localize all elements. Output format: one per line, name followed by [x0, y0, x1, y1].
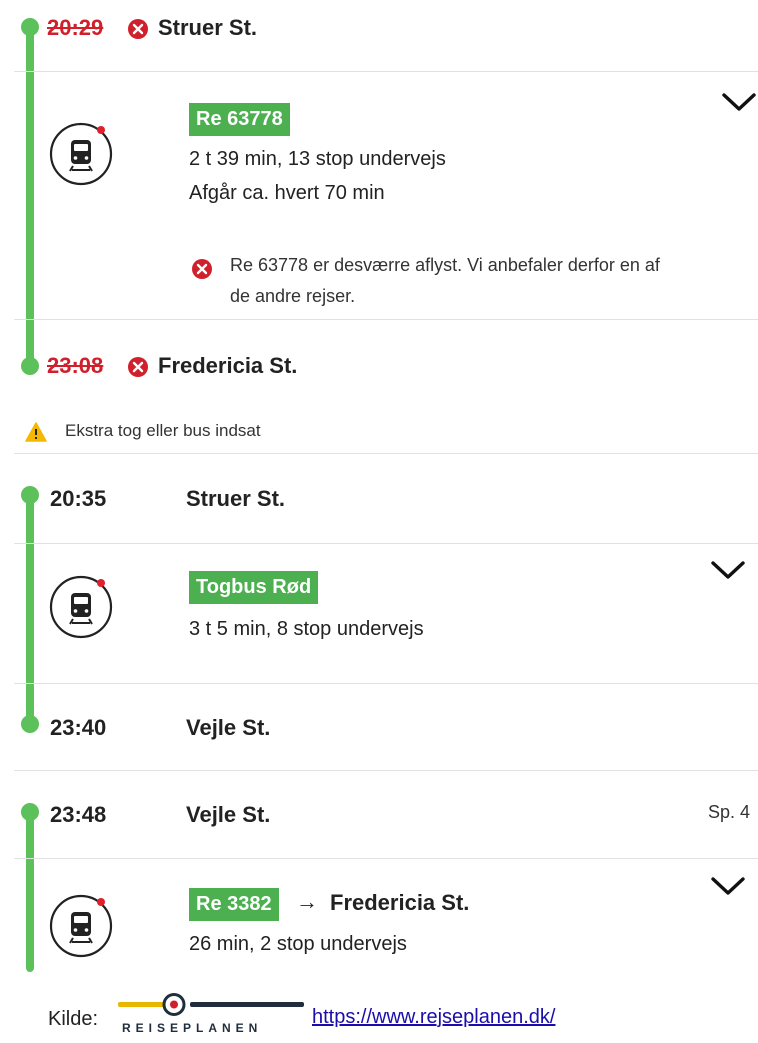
arrival-stop[interactable]: Fredericia St.: [158, 353, 297, 379]
leg-frequency: Afgår ca. hvert 70 min: [189, 182, 385, 204]
chevron-down-icon[interactable]: [710, 875, 746, 897]
source-label: Kilde:: [48, 1008, 99, 1030]
direction-arrow: →: [296, 889, 318, 914]
platform-label: Sp. 4: [708, 802, 751, 822]
cancelled-icon: [128, 19, 148, 39]
cancelled-icon: [128, 357, 148, 377]
logo-text: REISEPLANEN: [122, 1021, 263, 1035]
arrival-time: 23:40: [50, 715, 107, 740]
train-badge[interactable]: Re 63778: [189, 103, 290, 136]
rejseplanen-logo: REISEPLANEN: [116, 990, 306, 1038]
route-dot-departure: [21, 803, 39, 821]
route-dot-arrival: [21, 715, 39, 733]
route-line: [26, 490, 34, 728]
train-icon: [49, 122, 113, 186]
departure-stop[interactable]: Vejle St.: [186, 802, 270, 828]
leg-duration: 3 t 5 min, 8 stop undervejs: [189, 618, 424, 640]
chevron-down-icon[interactable]: [721, 91, 757, 113]
route-dot-departure: [21, 486, 39, 504]
leg-duration: 26 min, 2 stop undervejs: [189, 933, 407, 955]
leg-destination: Fredericia St.: [330, 890, 470, 915]
route-dot-departure: [21, 18, 39, 36]
warning-icon: [25, 422, 47, 442]
divider: [14, 858, 758, 859]
divider: [14, 453, 758, 454]
alert-cancel-icon: [192, 259, 212, 279]
notice-text: Ekstra tog eller bus indsat: [65, 421, 261, 440]
arrival-time-cancelled: 23:08: [47, 353, 104, 378]
alert-line-2: de andre rejser.: [230, 286, 356, 306]
train-icon: [49, 894, 113, 958]
arrival-stop[interactable]: Vejle St.: [186, 715, 270, 741]
train-icon: [49, 575, 113, 639]
divider: [14, 319, 758, 320]
leg-duration: 2 t 39 min, 13 stop undervejs: [189, 148, 446, 170]
departure-time-cancelled: 20:29: [47, 15, 104, 40]
chevron-down-icon[interactable]: [710, 559, 746, 581]
departure-time: 20:35: [50, 486, 107, 511]
departure-time: 23:48: [50, 802, 107, 827]
train-badge[interactable]: Re 3382: [189, 888, 279, 921]
divider: [14, 543, 758, 544]
divider: [14, 683, 758, 684]
alert-line-1: Re 63778 er desværre aflyst. Vi anbefale…: [230, 255, 660, 275]
divider: [14, 770, 758, 771]
route-dot-arrival: [21, 357, 39, 375]
rejseplanen-link[interactable]: https://www.rejseplanen.dk/: [312, 1006, 555, 1029]
departure-stop[interactable]: Struer St.: [158, 15, 257, 41]
route-line: [26, 806, 34, 972]
train-badge[interactable]: Togbus Rød: [189, 571, 319, 604]
divider: [14, 71, 758, 72]
departure-stop[interactable]: Struer St.: [186, 486, 285, 512]
